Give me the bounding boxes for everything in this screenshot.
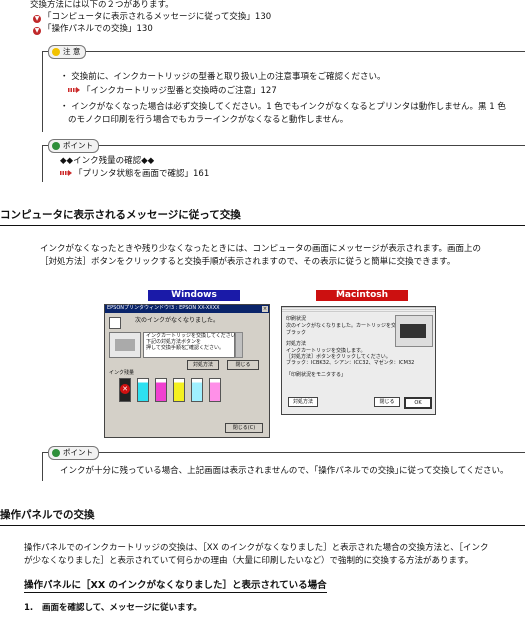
close-icon[interactable]: ×	[262, 306, 268, 312]
mac-line-2: ブラック	[286, 330, 307, 336]
mac-close-button[interactable]: 閉じる	[374, 397, 400, 407]
point-line: ◆◆インク残量の確認◆◆	[60, 156, 155, 166]
win-message: 次のインクがなくなりました。	[135, 317, 220, 324]
section1-para-2: ［対処方法］ボタンをクリックすると交換手順が表示されますので、その表示に従うと簡…	[40, 257, 456, 267]
heading-rule	[0, 225, 525, 226]
mac-sub: 対処方法	[286, 341, 307, 347]
section2-para-1: 操作パネルでのインクカートリッジの交換は、［XX のインクがなくなりました］と表…	[24, 543, 489, 553]
reference-arrow-icon	[68, 87, 80, 93]
intro-link-computer[interactable]: ▼ 「コンピュータに表示されるメッセージに従って交換」130	[33, 12, 271, 23]
mac-screenshot: 印刷状況 次のインクがなくなりました。カートリッジを交換してください。 ブラック…	[281, 306, 436, 415]
scrollbar[interactable]	[235, 332, 243, 358]
point-icon	[52, 449, 60, 457]
point-ref[interactable]: 「プリンタ状態を画面で確認」161	[60, 169, 209, 179]
mac-title: 印刷状況	[286, 316, 307, 322]
caution-ref-1[interactable]: 「インクカートリッジ型番と交換時のご注意」127	[68, 86, 277, 96]
mac-ok-button[interactable]: OK	[404, 397, 432, 409]
printer-image	[109, 332, 141, 358]
section-heading-panel: 操作パネルでの交換	[0, 509, 95, 521]
windows-screenshot: EPSONプリンタウィンドウ!3 : EPSON XX-XXXX × 次のインク…	[104, 304, 270, 438]
arrow-down-icon: ▼	[33, 15, 41, 23]
intro-link-panel[interactable]: ▼ 「操作パネルでの交換」130	[33, 24, 153, 35]
mac-printer-image	[395, 315, 433, 347]
ink-black: ✕	[119, 378, 131, 402]
ink-magenta	[155, 378, 167, 402]
ink-yellow	[173, 378, 185, 402]
mac-label: Macintosh	[335, 290, 389, 300]
step-text: 画面を確認して、メッセージに従います。	[42, 603, 202, 613]
reference-arrow-icon	[60, 170, 72, 176]
point2-badge: ポイント	[48, 446, 99, 460]
error-x-icon: ✕	[120, 384, 130, 394]
point2-text: インクが十分に残っている場合、上記画面は表示されませんので、｢操作パネルでの交換…	[60, 466, 509, 476]
printer-icon	[109, 317, 121, 329]
subsection-heading: 操作パネルに［XX のインクがなくなりました］と表示されている場合	[24, 580, 327, 594]
win-close-button[interactable]: 閉じる	[227, 360, 259, 370]
caution-bullet-2: ・ インクがなくなった場合は必ず交換してください。1 色でもインクがなくなるとプ…	[60, 102, 506, 112]
point-badge: ポイント	[48, 139, 99, 153]
mac-titlebar	[282, 307, 435, 313]
mac-line-6: 「印刷状況をモニタする」	[286, 372, 347, 378]
arrow-down-icon: ▼	[33, 27, 41, 35]
section1-para-1: インクがなくなったときや残り少なくなったときには、コンピュータの画面にメッセージ…	[40, 244, 481, 254]
win-ink-label: インク残量	[109, 370, 135, 376]
intro-text: 交換方法には以下の２つがあります。	[30, 0, 174, 10]
section2-para-2: が少なくなりました］と表示されていて何らかの理由（大量に印刷したいなど）で強制的…	[24, 556, 474, 566]
mac-fix-button[interactable]: 対処方法	[288, 397, 318, 407]
win-title: EPSONプリンタウィンドウ!3 : EPSON XX-XXXX	[107, 305, 220, 311]
caution-badge: 注 意	[48, 45, 87, 59]
caution-bullet-2-cont: のモノクロ印刷を行う場合でもカラーインクがなくなると動作しません。	[68, 115, 349, 125]
ink-cyan	[137, 378, 149, 402]
win-fix-button[interactable]: 対処方法	[187, 360, 219, 370]
ink-light-cyan	[191, 378, 203, 402]
point-icon	[52, 142, 60, 150]
section-heading-computer: コンピュータに表示されるメッセージに従って交換	[0, 209, 241, 221]
ink-light-magenta	[209, 378, 221, 402]
mac-line-5: ブラック：ICBK32、シアン：ICC32、マゼンタ：ICM32	[286, 360, 415, 366]
step-number: 1.	[24, 603, 34, 613]
win-detail-box: インクカートリッジを交換してください。 下記の対処方法ボタンを 押して交換手順を…	[143, 332, 241, 358]
win-close-button-2[interactable]: 閉じる(C)	[225, 423, 263, 433]
heading-rule	[0, 525, 525, 526]
pencil-icon	[52, 48, 60, 56]
caution-bullet-1: ・ 交換前に、インクカートリッジの型番と取り扱い上の注意事項をご確認ください。	[60, 72, 386, 82]
windows-label: Windows	[171, 290, 217, 300]
